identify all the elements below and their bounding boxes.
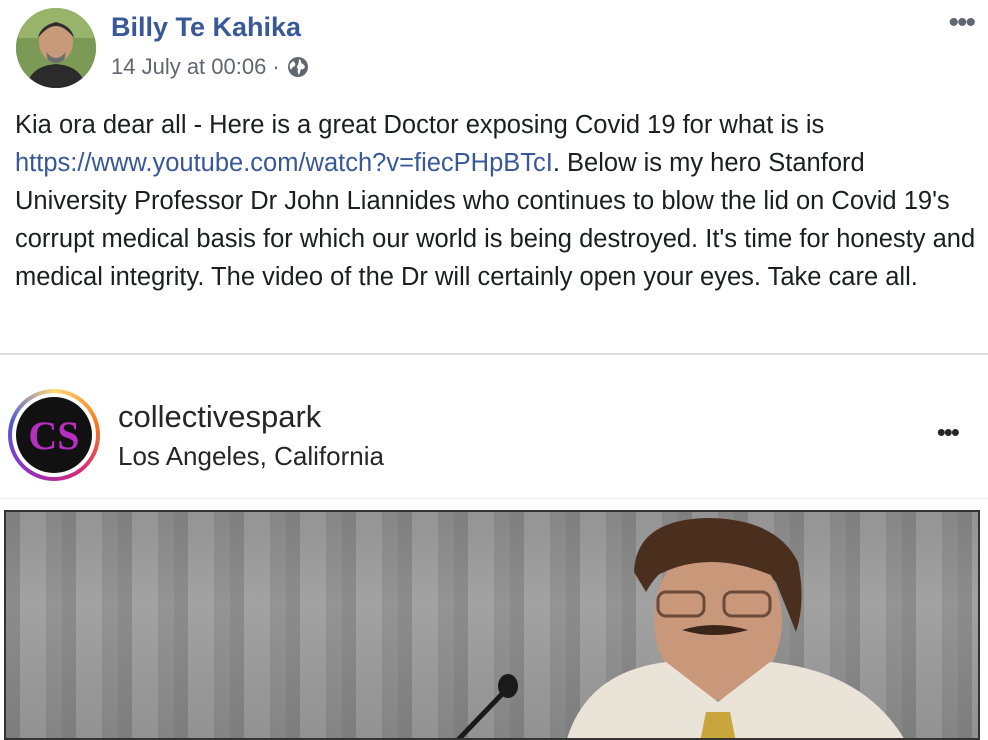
post-text-intro: Kia ora dear all - Here is a great Docto… (15, 111, 825, 139)
collectivespark-logo: CS (16, 397, 92, 473)
youtube-link[interactable]: https://www.youtube.com/watch?v=fiecPHpB… (15, 149, 553, 177)
author-name[interactable]: Billy Te Kahika (111, 12, 301, 43)
more-options-icon[interactable]: ••• (937, 417, 960, 448)
instagram-username[interactable]: collectivespark (118, 399, 321, 435)
speaker-photo (456, 518, 904, 738)
embedded-photo[interactable] (4, 510, 980, 740)
post-text: Kia ora dear all - Here is a great Docto… (15, 106, 977, 296)
embed-divider (0, 498, 988, 499)
author-avatar[interactable] (16, 8, 96, 88)
instagram-location[interactable]: Los Angeles, California (118, 441, 384, 472)
facebook-post: Billy Te Kahika 14 July at 00:06 · ••• K… (0, 0, 988, 740)
instagram-embed-header: CS collectivespark Los Angeles, Californ… (0, 355, 988, 498)
globe-icon[interactable] (286, 55, 310, 79)
post-meta: 14 July at 00:06 · (111, 54, 310, 80)
more-options-icon[interactable]: ••• (948, 6, 975, 40)
avatar-photo (16, 8, 96, 88)
post-timestamp[interactable]: 14 July at 00:06 (111, 54, 266, 80)
instagram-avatar[interactable]: CS (8, 389, 100, 481)
meta-separator: · (272, 54, 280, 79)
